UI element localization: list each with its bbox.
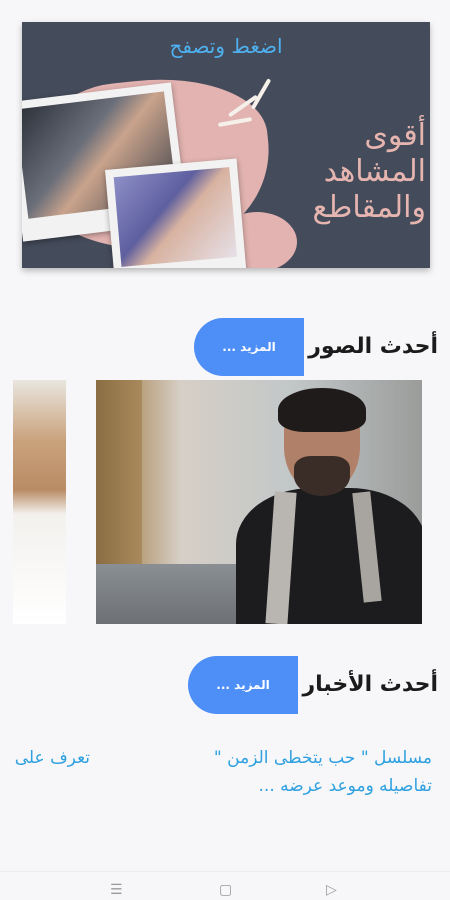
home-square-icon[interactable]: ▢ [219,882,232,898]
photo-thumbnail[interactable] [96,380,422,624]
news-item[interactable]: مسلسل " حب يتخطى الزمن " تفاصيله وموعد ع… [172,744,432,800]
more-photos-button[interactable]: المزيد ... [194,318,304,376]
section-title-news: أحدث الأخبار [302,672,438,697]
system-navigation-bar: ☰ ▢ ▷ [0,871,450,900]
photo-thumbnail[interactable] [13,380,66,624]
banner-photo [105,158,247,268]
news-item[interactable]: تعرف على [0,744,90,772]
sparkle-decoration [250,78,272,110]
promo-banner[interactable]: اضغط وتصفح أقوى المشاهد والمقاطع [22,22,430,268]
more-news-button[interactable]: المزيد ... [188,656,298,714]
back-triangle-icon[interactable]: ▷ [326,882,337,898]
menu-icon[interactable]: ☰ [110,882,123,898]
banner-headline: أقوى المشاهد والمقاطع [312,118,426,225]
section-title-photos: أحدث الصور [308,334,438,359]
banner-cta-text: اضغط وتصفح [169,34,283,58]
